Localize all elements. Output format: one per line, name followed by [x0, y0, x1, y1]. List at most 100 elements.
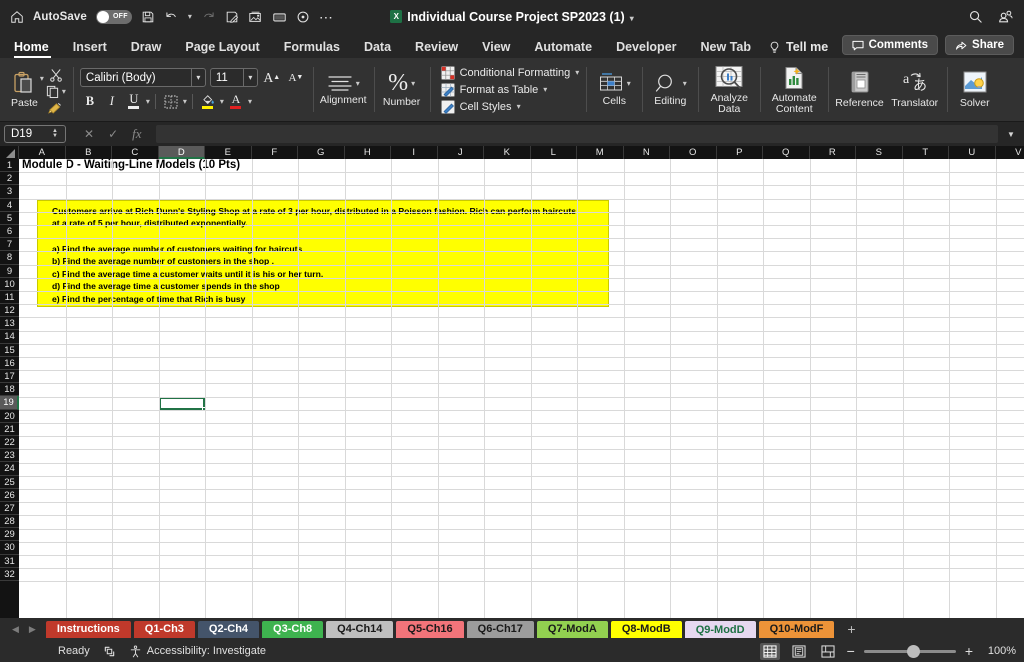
row-header-6[interactable]: 6: [0, 224, 19, 239]
font-color-dropdown-icon[interactable]: ▾: [248, 97, 252, 106]
column-header-Q[interactable]: Q: [763, 146, 810, 159]
row-header-24[interactable]: 24: [0, 462, 19, 476]
column-header-L[interactable]: L: [530, 146, 577, 159]
group-number[interactable]: % ▾ Number: [373, 58, 430, 121]
sheet-tab-q4-ch14[interactable]: Q4-Ch14: [326, 620, 394, 638]
reference-button[interactable]: Reference: [835, 70, 884, 109]
copy-dropdown-icon[interactable]: ▾: [62, 87, 66, 96]
font-size-combo[interactable]: 11 ▾: [209, 68, 258, 87]
row-header-3[interactable]: 3: [0, 185, 19, 199]
column-header-E[interactable]: E: [205, 146, 252, 159]
comments-button[interactable]: Comments: [841, 35, 939, 55]
row-header-9[interactable]: 9: [0, 264, 19, 278]
row-header-28[interactable]: 28: [0, 515, 19, 529]
row-header-29[interactable]: 29: [0, 528, 19, 542]
column-header-S[interactable]: S: [856, 146, 903, 159]
title-chevron-down-icon[interactable]: ▾: [630, 14, 634, 23]
tab-developer[interactable]: Developer: [604, 40, 688, 58]
cancel-x-icon[interactable]: ✕: [84, 127, 94, 141]
picture-icon[interactable]: [248, 10, 263, 24]
page-break-view-icon[interactable]: [818, 643, 838, 660]
row-header-19[interactable]: 19: [0, 396, 19, 410]
more-options-icon[interactable]: ⋯: [319, 10, 334, 24]
number-dropdown-icon[interactable]: ▾: [411, 78, 415, 89]
sheet-tab-q7-moda[interactable]: Q7-ModA: [536, 620, 608, 638]
italic-button[interactable]: I: [102, 92, 122, 111]
column-header-I[interactable]: I: [391, 146, 438, 159]
sheet-tab-q6-ch17[interactable]: Q6-Ch17: [466, 620, 534, 638]
editing-dropdown-icon[interactable]: ▾: [683, 78, 687, 89]
conditional-formatting-dropdown-icon[interactable]: ▾: [575, 68, 579, 77]
column-header-H[interactable]: H: [344, 146, 391, 159]
scissors-icon[interactable]: [49, 68, 63, 82]
tab-insert[interactable]: Insert: [61, 40, 119, 58]
zoom-out-button[interactable]: −: [847, 643, 855, 659]
tab-view[interactable]: View: [470, 40, 522, 58]
zoom-level[interactable]: 100%: [982, 645, 1016, 657]
tab-home[interactable]: Home: [12, 40, 61, 58]
share-button[interactable]: Share: [945, 35, 1014, 55]
sheet-tab-q1-ch3[interactable]: Q1-Ch3: [133, 620, 195, 638]
row-header-26[interactable]: 26: [0, 488, 19, 502]
row-header-4[interactable]: 4: [0, 198, 19, 212]
name-box-spinner[interactable]: ▲ ▼: [52, 128, 63, 139]
next-sheet-icon[interactable]: ▶: [29, 624, 36, 635]
row-header-7[interactable]: 7: [0, 238, 19, 252]
row-header-14[interactable]: 14: [0, 330, 19, 344]
normal-view-icon[interactable]: [759, 642, 780, 660]
row-header-2[interactable]: 2: [0, 172, 19, 186]
borders-icon[interactable]: [161, 92, 181, 111]
previous-sheet-icon[interactable]: ◀: [12, 624, 19, 635]
tab-review[interactable]: Review: [403, 40, 470, 58]
column-header-P[interactable]: P: [716, 146, 763, 159]
column-header-T[interactable]: T: [902, 146, 949, 159]
shrink-font-icon[interactable]: A ▼: [286, 68, 306, 87]
conditional-formatting-button[interactable]: Conditional Formatting ▾: [440, 65, 579, 80]
tell-me-button[interactable]: Tell me: [763, 40, 838, 58]
row-header-20[interactable]: 20: [0, 409, 19, 423]
cell-styles-dropdown-icon[interactable]: ▾: [517, 102, 521, 111]
sheet-tab-q9-modd[interactable]: Q9-ModD: [684, 620, 756, 638]
tab-data[interactable]: Data: [352, 40, 403, 58]
format-as-table-dropdown-icon[interactable]: ▾: [543, 85, 547, 94]
row-header-11[interactable]: 11: [0, 290, 19, 305]
row-header-8[interactable]: 8: [0, 251, 19, 265]
save-icon[interactable]: [141, 10, 155, 24]
row-header-23[interactable]: 23: [0, 449, 19, 463]
worksheet-grid[interactable]: ABCDEFGHIJKLMNOPQRSTUV 1 2 3 4 5 6 7 8 9 10 11 12 13…: [0, 146, 1024, 618]
column-header-C[interactable]: C: [112, 146, 159, 159]
page-layout-view-icon[interactable]: [789, 643, 809, 660]
sheet-tab-instructions[interactable]: Instructions: [45, 620, 131, 638]
sheet-tab-q5-ch16[interactable]: Q5-Ch16: [396, 620, 464, 638]
row-header-13[interactable]: 13: [0, 317, 19, 331]
row-header-12[interactable]: 12: [0, 304, 19, 318]
select-all-corner[interactable]: [0, 146, 19, 159]
zoom-in-button[interactable]: +: [965, 643, 973, 659]
group-cells[interactable]: ▾ Cells: [586, 58, 642, 121]
group-analyze-data[interactable]: Analyze Data: [698, 58, 760, 121]
underline-dropdown-icon[interactable]: ▾: [146, 97, 150, 106]
column-header-A[interactable]: A: [19, 146, 66, 159]
column-header-R[interactable]: R: [809, 146, 856, 159]
alignment-dropdown-icon[interactable]: ▾: [356, 78, 360, 89]
format-as-table-button[interactable]: Format as Table ▾: [440, 82, 580, 97]
row-header-1[interactable]: 1: [0, 159, 19, 173]
column-header-U[interactable]: U: [949, 146, 996, 159]
row-header-32[interactable]: 32: [0, 567, 19, 581]
fx-icon[interactable]: fx: [132, 126, 141, 142]
search-icon[interactable]: [968, 9, 983, 24]
sheet-tab-q8-modb[interactable]: Q8-ModB: [610, 620, 682, 638]
column-header-M[interactable]: M: [577, 146, 624, 159]
fill-color-icon[interactable]: [198, 92, 218, 111]
add-sheet-button[interactable]: +: [837, 621, 865, 637]
column-header-V[interactable]: V: [995, 146, 1024, 159]
sheet-tab-q10-modf[interactable]: Q10-ModF: [758, 620, 835, 638]
zoom-slider-knob[interactable]: [906, 644, 920, 658]
sheet-tab-q3-ch8[interactable]: Q3-Ch8: [262, 620, 324, 638]
column-header-D[interactable]: D: [158, 146, 205, 159]
font-size-chevron-down-icon[interactable]: ▾: [242, 69, 257, 86]
autosave-toggle[interactable]: OFF: [95, 9, 132, 24]
row-header-10[interactable]: 10: [0, 277, 19, 291]
row-header-15[interactable]: 15: [0, 343, 19, 357]
tab-draw[interactable]: Draw: [119, 40, 174, 58]
